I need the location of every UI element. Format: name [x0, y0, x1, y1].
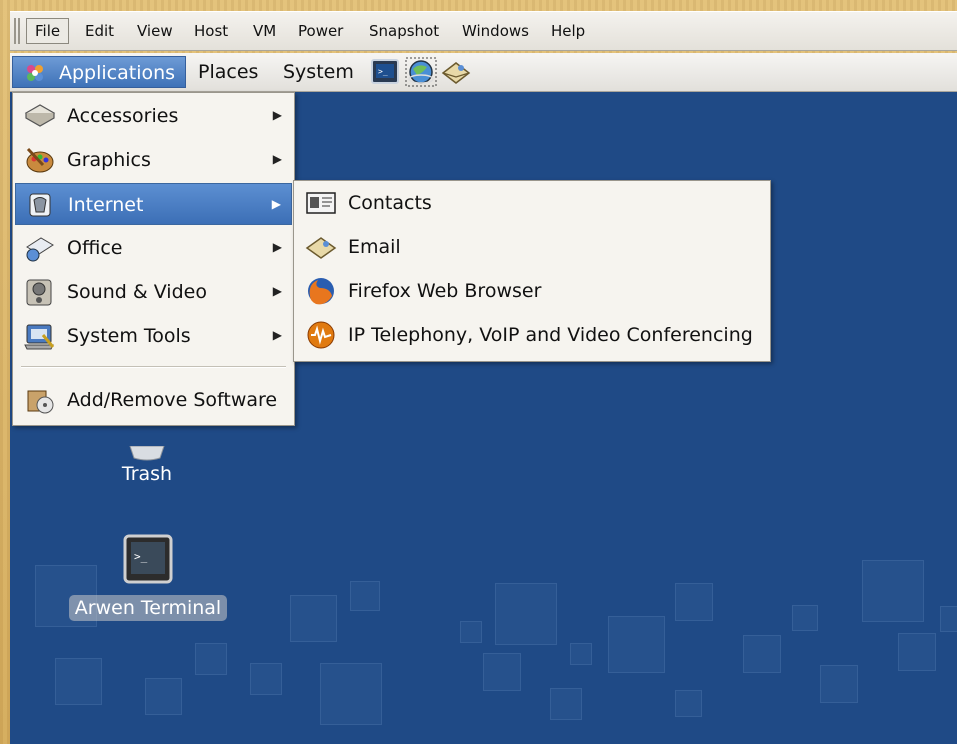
- add-remove-software-icon: [27, 390, 54, 414]
- submenu-arrow-icon: ▶: [271, 197, 281, 211]
- menu-item-label: System Tools: [67, 325, 191, 347]
- applications-label: Applications: [59, 62, 176, 84]
- internet-submenu: Contacts Email Firefox Web Browser IP Te…: [293, 180, 771, 362]
- menu-windows[interactable]: Windows: [454, 18, 537, 44]
- bg-square: [550, 688, 582, 720]
- submenu-arrow-icon: ▶: [272, 240, 282, 254]
- bg-square: [898, 633, 936, 671]
- menu-item-label: Add/Remove Software: [67, 389, 278, 411]
- menu-item-label: Firefox Web Browser: [348, 280, 542, 302]
- menu-help[interactable]: Help: [543, 18, 593, 44]
- bg-square: [862, 560, 924, 622]
- system-menu-button[interactable]: System: [277, 56, 360, 88]
- menu-item-graphics[interactable]: Graphics ▶: [15, 139, 292, 181]
- submenu-arrow-icon: ▶: [272, 284, 282, 298]
- bg-square: [290, 595, 337, 642]
- menubar-grip[interactable]: [14, 18, 20, 44]
- firefox-icon: [308, 278, 334, 305]
- bg-square: [820, 665, 858, 703]
- guest-desktop: Applications Places System >_ Trash >_ A…: [10, 53, 957, 744]
- gnome-foot-icon: [27, 65, 43, 81]
- menu-vm[interactable]: VM: [245, 18, 284, 44]
- voip-icon: [307, 321, 335, 349]
- browser-launcher-icon[interactable]: [405, 57, 437, 87]
- menu-item-office[interactable]: Office ▶: [15, 227, 292, 269]
- bg-square: [675, 690, 702, 717]
- accessories-icon: [24, 104, 56, 127]
- bg-square: [483, 653, 521, 691]
- svg-text:>_: >_: [378, 67, 388, 76]
- menu-item-firefox[interactable]: Firefox Web Browser: [296, 270, 768, 312]
- submenu-arrow-icon: ▶: [272, 328, 282, 342]
- terminal-label: Arwen Terminal: [68, 595, 228, 621]
- menu-file[interactable]: File: [26, 18, 70, 44]
- menu-view[interactable]: View: [129, 18, 181, 44]
- menu-item-accessories[interactable]: Accessories ▶: [15, 95, 292, 137]
- menu-item-sound-video[interactable]: Sound & Video ▶: [15, 271, 292, 313]
- svg-text:>_: >_: [134, 550, 148, 563]
- bg-square: [460, 621, 482, 643]
- terminal-desktop-icon[interactable]: >_ Arwen Terminal: [63, 533, 233, 621]
- menu-item-label: Internet: [68, 194, 144, 216]
- menu-host[interactable]: Host: [186, 18, 236, 44]
- bg-square: [675, 583, 713, 621]
- menu-item-label: Sound & Video: [67, 281, 207, 303]
- menu-item-add-remove-software[interactable]: Add/Remove Software: [15, 379, 292, 421]
- email-launcher-icon[interactable]: [440, 57, 472, 87]
- places-menu-button[interactable]: Places: [192, 56, 264, 88]
- office-icon: [26, 237, 54, 262]
- bg-square: [195, 643, 227, 675]
- menu-item-email[interactable]: Email: [296, 226, 768, 268]
- menu-item-label: Accessories: [67, 105, 179, 127]
- menu-item-label: Email: [348, 236, 401, 258]
- bg-square: [792, 605, 818, 631]
- bg-square: [495, 583, 557, 645]
- menu-item-contacts[interactable]: Contacts: [296, 182, 768, 224]
- graphics-icon: [26, 147, 54, 173]
- menu-edit[interactable]: Edit: [77, 18, 122, 44]
- bg-square: [570, 643, 592, 665]
- top-panel: Applications Places System >_: [10, 53, 957, 92]
- applications-menu-button[interactable]: Applications: [12, 56, 186, 88]
- submenu-arrow-icon: ▶: [272, 108, 282, 122]
- contacts-icon: [306, 192, 336, 214]
- menu-separator: [21, 366, 286, 368]
- menu-item-system-tools[interactable]: System Tools ▶: [15, 315, 292, 357]
- email-icon: [305, 237, 337, 259]
- system-tools-icon: [24, 324, 55, 350]
- trash-desktop-icon[interactable]: Trash: [112, 445, 182, 485]
- bg-square: [350, 581, 380, 611]
- menu-item-label: Office: [67, 237, 123, 259]
- bg-square: [55, 658, 102, 705]
- terminal-launcher-icon[interactable]: >_: [370, 57, 402, 87]
- bg-square: [608, 616, 665, 673]
- trash-icon: [129, 445, 165, 461]
- internet-icon: [29, 193, 51, 217]
- trash-label: Trash: [121, 463, 173, 485]
- menu-item-internet[interactable]: Internet ▶: [15, 183, 292, 225]
- menu-item-label: Contacts: [348, 192, 432, 214]
- vm-menubar: File Edit View Host VM Power Snapshot Wi…: [10, 11, 957, 51]
- sound-video-icon: [26, 279, 52, 306]
- menu-item-voip[interactable]: IP Telephony, VoIP and Video Conferencin…: [296, 314, 768, 356]
- menu-item-label: Graphics: [67, 149, 151, 171]
- bg-square: [940, 606, 957, 632]
- bg-square: [320, 663, 382, 725]
- menu-snapshot[interactable]: Snapshot: [361, 18, 447, 44]
- menu-item-label: IP Telephony, VoIP and Video Conferencin…: [348, 324, 753, 346]
- bg-square: [145, 678, 182, 715]
- submenu-arrow-icon: ▶: [272, 152, 282, 166]
- bg-square: [250, 663, 282, 695]
- bg-square: [743, 635, 781, 673]
- terminal-icon: >_: [123, 534, 173, 584]
- menu-power[interactable]: Power: [290, 18, 351, 44]
- applications-dropdown: Accessories ▶ Graphics ▶ Internet ▶ Offi…: [12, 92, 295, 426]
